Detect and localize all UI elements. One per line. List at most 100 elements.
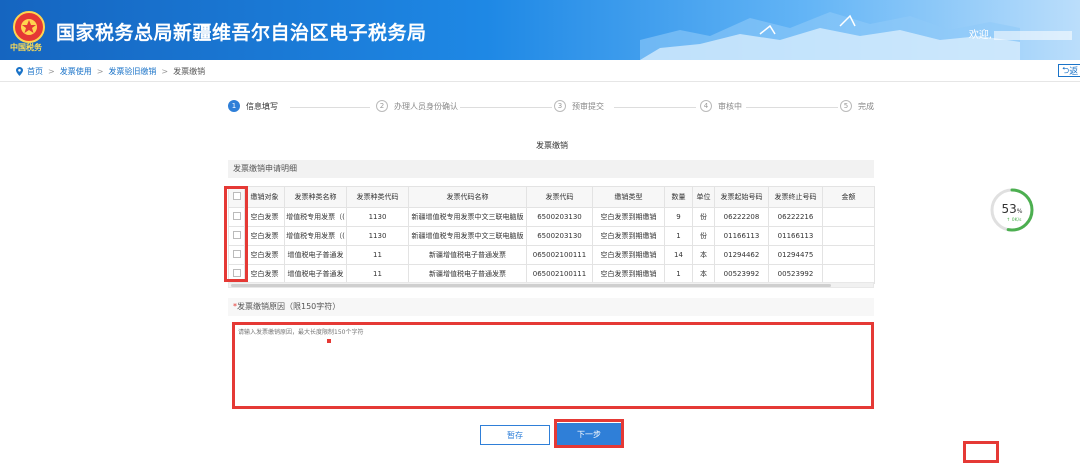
scrollbar-thumb[interactable] bbox=[231, 284, 831, 287]
table-cell: 份 bbox=[692, 207, 715, 227]
step-number: 2 bbox=[376, 100, 388, 112]
welcome-text: 欢迎, bbox=[969, 26, 1072, 41]
detail-section-header: 发票缴销申请明细 bbox=[228, 160, 874, 178]
gauge-percent-sign: % bbox=[1017, 208, 1023, 215]
table-cell: 00523992 bbox=[714, 264, 769, 284]
location-pin-icon bbox=[16, 67, 23, 76]
table-cell: 01294475 bbox=[768, 245, 823, 265]
row-checkbox[interactable] bbox=[232, 231, 241, 239]
table-cell: 14 bbox=[664, 245, 693, 265]
table-cell: 01166113 bbox=[768, 226, 823, 246]
table-cell: 1130 bbox=[346, 226, 409, 246]
table-cell: 本 bbox=[692, 264, 715, 284]
step-label: 完成 bbox=[858, 101, 874, 111]
step-info-fill: 1 信息填写 bbox=[228, 100, 278, 112]
table-cell: 01166113 bbox=[714, 226, 769, 246]
save-draft-button[interactable]: 暂存 bbox=[480, 425, 550, 445]
header-select-all[interactable] bbox=[228, 186, 245, 208]
table-row[interactable]: 空白发票 增值税电子普通发 11 新疆增值税电子普通发票 06500210011… bbox=[228, 245, 875, 265]
breadcrumb-bar: 首页 > 发票使用 > 发票验旧缴销 > 发票缴销 bbox=[0, 60, 1080, 82]
breadcrumb-invoice-verify[interactable]: 发票验旧缴销 bbox=[108, 66, 156, 77]
table-row[interactable]: 空白发票 增值税专用发票（( 1130 新疆增值税专用发票中文三联电脑版 650… bbox=[228, 207, 875, 227]
breadcrumb-invoice-use[interactable]: 发票使用 bbox=[60, 66, 92, 77]
table-cell: 本 bbox=[692, 245, 715, 265]
table-cell: 空白发票到期缴销 bbox=[592, 207, 665, 227]
brand-subtitle: 中国税务 bbox=[10, 43, 42, 52]
column-header: 发票代码名称 bbox=[408, 186, 527, 208]
column-header: 单位 bbox=[692, 186, 715, 208]
step-number: 3 bbox=[554, 100, 566, 112]
back-button[interactable]: ⮌ 返 bbox=[1058, 64, 1080, 77]
row-checkbox[interactable] bbox=[232, 269, 241, 277]
gauge-percent: 53 bbox=[1002, 202, 1017, 216]
back-arrow-icon: ⮌ bbox=[1062, 65, 1070, 76]
step-complete: 5 完成 bbox=[840, 100, 874, 112]
breadcrumb-separator: > bbox=[48, 67, 55, 76]
step-reviewing: 4 审核中 bbox=[700, 100, 742, 112]
breadcrumb-separator: > bbox=[161, 67, 169, 76]
table-cell: 06222208 bbox=[714, 207, 769, 227]
table-row[interactable]: 空白发票 增值税电子普通发 11 新疆增值税电子普通发票 06500210011… bbox=[228, 264, 875, 284]
table-cell: 份 bbox=[692, 226, 715, 246]
breadcrumb-current: 发票缴销 bbox=[173, 67, 206, 76]
back-label: 返 bbox=[1069, 67, 1079, 77]
table-cell: 空白发票到期缴销 bbox=[592, 245, 665, 265]
column-header: 金额 bbox=[822, 186, 875, 208]
step-number: 5 bbox=[840, 100, 852, 112]
table-cell: 增值税电子普通发 bbox=[284, 245, 347, 265]
row-checkbox[interactable] bbox=[232, 250, 241, 258]
table-row[interactable]: 空白发票 增值税专用发票（( 1130 新疆增值税专用发票中文三联电脑版 650… bbox=[228, 226, 875, 246]
step-pre-submit: 3 预审提交 bbox=[554, 100, 604, 112]
table-cell: 1130 bbox=[346, 207, 409, 227]
step-connector bbox=[614, 107, 696, 108]
breadcrumb-separator: > bbox=[96, 67, 104, 76]
site-title: 国家税务总局新疆维吾尔自治区电子税务局 bbox=[56, 22, 427, 44]
breadcrumb: 首页 > 发票使用 > 发票验旧缴销 > 发票缴销 bbox=[16, 66, 205, 77]
form-title: 发票缴销 bbox=[536, 141, 568, 150]
table-cell: 增值税专用发票（( bbox=[284, 207, 347, 227]
great-wall-banner-image bbox=[640, 12, 1020, 60]
table-cell bbox=[822, 207, 875, 227]
table-cell: 1 bbox=[664, 264, 693, 284]
step-label: 办理人员身份确认 bbox=[394, 101, 458, 111]
site-header: 中国税务 国家税务总局新疆维吾尔自治区电子税务局 欢迎, bbox=[0, 0, 1080, 60]
table-horizontal-scrollbar[interactable] bbox=[228, 282, 874, 288]
table-cell bbox=[822, 264, 875, 284]
table-cell: 空白发票 bbox=[244, 264, 285, 284]
table-cell: 新疆增值税专用发票中文三联电脑版 bbox=[408, 207, 527, 227]
next-step-button[interactable]: 下一步 bbox=[557, 423, 621, 445]
table-cell bbox=[822, 245, 875, 265]
table-cell: 空白发票 bbox=[244, 245, 285, 265]
table-cell: 新疆增值税专用发票中文三联电脑版 bbox=[408, 226, 527, 246]
progress-steps: 1 信息填写 2 办理人员身份确认 3 预审提交 4 审核中 5 完成 bbox=[228, 100, 878, 116]
invoice-detail-table: 缴销对象 发票种类名称 发票种类代码 发票代码名称 发票代码 缴销类型 数量 单… bbox=[228, 186, 875, 284]
select-all-checkbox[interactable] bbox=[232, 192, 241, 200]
masked-username bbox=[994, 30, 1072, 40]
welcome-label: 欢迎, bbox=[968, 30, 992, 41]
reason-section-title: 发票缴销原因（限150字符） bbox=[237, 302, 341, 311]
table-cell: 1 bbox=[664, 226, 693, 246]
gauge-speed: ↑ 0K/s bbox=[1007, 217, 1023, 223]
table-cell: 11 bbox=[346, 245, 409, 265]
column-header: 发票终止号码 bbox=[768, 186, 823, 208]
table-cell: 空白发票 bbox=[244, 207, 285, 227]
table-cell: 065002100111 bbox=[526, 264, 593, 284]
table-cell: 新疆增值税电子普通发票 bbox=[408, 245, 527, 265]
step-label: 预审提交 bbox=[572, 101, 604, 111]
column-header: 发票起始号码 bbox=[714, 186, 769, 208]
breadcrumb-home[interactable]: 首页 bbox=[27, 66, 43, 77]
table-cell: 6500203130 bbox=[526, 207, 593, 227]
step-identity-confirm: 2 办理人员身份确认 bbox=[376, 100, 458, 112]
table-cell: 新疆增值税电子普通发票 bbox=[408, 264, 527, 284]
reason-textarea[interactable] bbox=[233, 323, 873, 407]
row-checkbox[interactable] bbox=[232, 212, 241, 220]
table-cell: 增值税专用发票（( bbox=[284, 226, 347, 246]
step-connector bbox=[746, 107, 838, 108]
table-cell: 增值税电子普通发 bbox=[284, 264, 347, 284]
network-speed-gauge: 53% ↑ 0K/s bbox=[990, 188, 1034, 232]
cursor-marker bbox=[327, 339, 331, 343]
table-cell: 01294462 bbox=[714, 245, 769, 265]
step-connector bbox=[290, 107, 370, 108]
step-label: 信息填写 bbox=[246, 101, 278, 111]
column-header: 缴销类型 bbox=[592, 186, 665, 208]
